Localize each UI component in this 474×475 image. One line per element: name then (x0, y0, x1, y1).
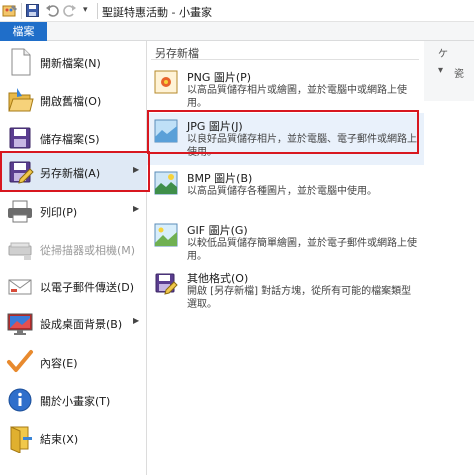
open-folder-icon (6, 85, 34, 115)
menu-item-set-desktop-background[interactable]: 設成桌面背景(B) ▶ (0, 304, 147, 342)
window-title: 聖誕特惠活動 - 小畫家 (102, 6, 212, 19)
email-icon (6, 271, 34, 301)
submenu-divider (151, 59, 419, 60)
toolbar-divider (97, 3, 98, 19)
submenu-arrow-icon: ▶ (133, 316, 140, 325)
submenu-item-title: GIF 圖片(G) (187, 224, 248, 237)
submenu-item-bmp[interactable]: BMP 圖片(B) 以高品質儲存各種圖片，並於電腦中使用。 (147, 165, 424, 217)
other-formats-icon (154, 271, 178, 295)
menu-item-properties[interactable]: 內容(E) (0, 343, 147, 381)
desktop-background-icon (6, 308, 34, 338)
submenu-item-description: 以較低品質儲存簡單繪圖，並於電子郵件或網路上使用。 (187, 238, 417, 262)
menu-item-save-as[interactable]: 另存新檔(A) ▶ (0, 153, 147, 191)
menu-item-label: 設成桌面背景(B) (40, 318, 123, 331)
menu-item-label: 列印(P) (40, 206, 78, 219)
scanner-icon (6, 234, 34, 264)
ribbon-background: ケ ▾ 瓷 (424, 41, 474, 101)
gif-image-icon (154, 223, 178, 247)
submenu-arrow-icon: ▶ (133, 204, 140, 213)
menu-item-send-email[interactable]: 以電子郵件傳送(D) (0, 267, 147, 305)
customize-toolbar-chevron-down-icon[interactable]: ▾ (83, 3, 93, 17)
submenu-item-title: JPG 圖片(J) (187, 120, 243, 133)
menu-item-from-scanner: 從掃描器或相機(M) (0, 230, 147, 268)
menu-item-print[interactable]: 列印(P) ▶ (0, 192, 147, 230)
info-icon (6, 385, 34, 415)
ribbon-tab-strip (47, 22, 474, 41)
menu-item-label: 關於小畫家(T) (40, 395, 111, 408)
new-file-icon (6, 47, 34, 77)
submenu-item-description: 以高品質儲存各種圖片，並於電腦中使用。 (187, 186, 377, 197)
submenu-item-title: PNG 圖片(P) (187, 71, 252, 84)
menu-item-save[interactable]: 儲存檔案(S) (0, 119, 147, 157)
submenu-item-gif[interactable]: GIF 圖片(G) 以較低品質儲存簡單繪圖，並於電子郵件或網路上使用。 (147, 217, 424, 269)
menu-item-new[interactable]: 開新檔案(N) (0, 43, 147, 81)
jpg-image-icon (154, 119, 178, 143)
ribbon-tool-label[interactable]: 瓷 (454, 65, 464, 80)
submenu-item-description: 以高品質儲存相片或繪圖，並於電腦中或網路上使用。 (187, 85, 407, 109)
file-menu-left-pane: 開新檔案(N) 開啟舊檔(O) 儲存檔案(S) 另存新檔(A) ▶ 列印(P) … (0, 41, 147, 475)
menu-item-label: 結束(X) (40, 433, 79, 446)
exit-icon (6, 423, 34, 454)
toolbar-divider (21, 3, 22, 19)
menu-item-label: 開啟舊檔(O) (40, 95, 102, 108)
paint-app-icon[interactable] (2, 3, 18, 19)
submenu-item-other-formats[interactable]: 其他格式(O) 開啟 [另存新檔] 對話方塊，從所有可能的檔案類型選取。 (147, 265, 424, 317)
title-bar: ▾ 聖誕特惠活動 - 小畫家 (0, 0, 474, 22)
menu-item-label: 另存新檔(A) (40, 167, 101, 180)
menu-item-open[interactable]: 開啟舊檔(O) (0, 81, 147, 119)
submenu-item-png[interactable]: PNG 圖片(P) 以高品質儲存相片或繪圖，並於電腦中或網路上使用。 (147, 64, 424, 116)
quick-save-icon[interactable] (26, 4, 39, 17)
submenu-item-title: 其他格式(O) (187, 272, 249, 285)
menu-item-label: 內容(E) (40, 357, 78, 370)
menu-item-about-paint[interactable]: 關於小畫家(T) (0, 381, 147, 419)
submenu-item-title: BMP 圖片(B) (187, 172, 253, 185)
menu-item-label: 從掃描器或相機(M) (40, 244, 136, 257)
printer-icon (6, 196, 34, 226)
save-as-icon (6, 157, 34, 187)
menu-item-exit[interactable]: 結束(X) (0, 419, 147, 457)
ribbon-dropdown-chevron-icon[interactable]: ▾ (438, 65, 443, 76)
menu-item-label: 以電子郵件傳送(D) (40, 281, 135, 294)
submenu-item-description: 以良好品質儲存相片，並於電腦、電子郵件或網路上使用。 (187, 134, 417, 158)
menu-item-label: 開新檔案(N) (40, 57, 101, 70)
file-tab[interactable]: 檔案 (0, 22, 47, 41)
checkmark-icon (6, 347, 34, 377)
submenu-arrow-icon: ▶ (133, 165, 140, 174)
ribbon-tool-label[interactable]: ケ (438, 45, 448, 60)
submenu-item-description: 開啟 [另存新檔] 對話方塊，從所有可能的檔案類型選取。 (187, 286, 412, 310)
undo-icon[interactable] (45, 3, 59, 17)
file-menu: 開新檔案(N) 開啟舊檔(O) 儲存檔案(S) 另存新檔(A) ▶ 列印(P) … (0, 41, 424, 475)
png-image-icon (154, 70, 178, 94)
save-disk-icon (6, 123, 34, 153)
bmp-image-icon (154, 171, 178, 195)
menu-item-label: 儲存檔案(S) (40, 133, 100, 146)
save-as-submenu: 另存新檔 PNG 圖片(P) 以高品質儲存相片或繪圖，並於電腦中或網路上使用。 … (147, 41, 424, 475)
submenu-item-jpg[interactable]: JPG 圖片(J) 以良好品質儲存相片，並於電腦、電子郵件或網路上使用。 (147, 113, 424, 165)
redo-icon[interactable] (63, 3, 77, 17)
